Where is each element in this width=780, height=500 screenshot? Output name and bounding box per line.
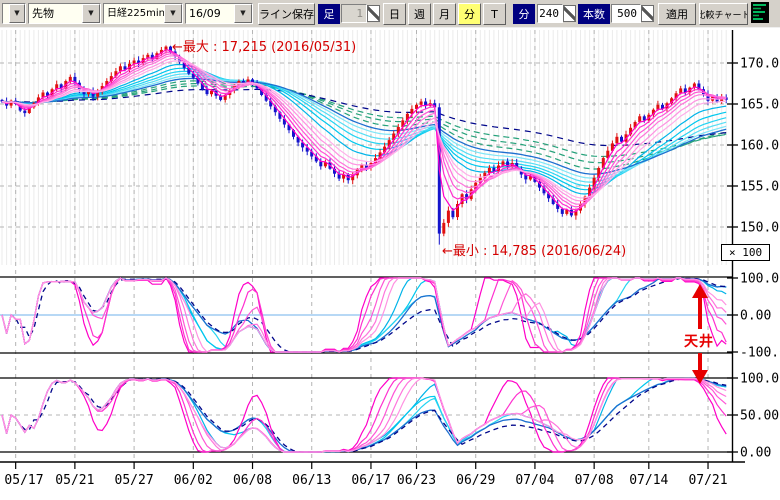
svg-text:06/17: 06/17: [351, 473, 390, 488]
ceiling-annotation: 天井: [684, 331, 714, 351]
svg-text:0.00: 0.00: [740, 446, 771, 461]
chart-area[interactable]: 170.00 165.00 160.00 155.00 150.00 100.00 0.00…: [0, 28, 780, 500]
svg-text:160.00: 160.00: [740, 139, 780, 154]
minute-value-spinner[interactable]: [563, 5, 576, 22]
save-line-button[interactable]: ライン保存: [258, 3, 315, 25]
bar-count-spinner[interactable]: [641, 5, 654, 22]
category-combobox[interactable]: 先物 ▼: [28, 3, 101, 24]
chevron-down-icon[interactable]: ▼: [9, 4, 25, 23]
svg-text:06/13: 06/13: [292, 473, 331, 488]
bar-count-input[interactable]: 500: [611, 4, 641, 23]
svg-text:06/08: 06/08: [233, 473, 272, 488]
instrument-value: 日経225mini: [104, 4, 164, 23]
svg-text:170.00: 170.00: [740, 57, 780, 72]
instrument-combobox[interactable]: 日経225mini ▼: [103, 3, 183, 24]
svg-text:05/17: 05/17: [4, 473, 43, 488]
corner-combobox[interactable]: ▼: [2, 3, 26, 24]
svg-text:05/27: 05/27: [115, 473, 154, 488]
toolbar: ▼ 先物 ▼ 日経225mini ▼ 16/09 ▼ ライン保存 足 1 日 週…: [0, 0, 780, 28]
svg-text:0.00: 0.00: [740, 309, 771, 324]
svg-text:-100.00: -100.00: [740, 346, 780, 361]
ema-pink-ribbon: [2, 50, 726, 213]
bar-interval-input[interactable]: 1: [341, 4, 367, 23]
price-chart-canvas[interactable]: 170.00 165.00 160.00 155.00 150.00 100.00 0.00…: [0, 28, 780, 500]
chevron-down-icon[interactable]: ▼: [164, 4, 182, 23]
svg-text:165.00: 165.00: [740, 98, 780, 113]
min-price-annotation: ←最小 : 14,785 (2016/06/24): [442, 240, 626, 259]
minute-value-input[interactable]: 240: [537, 4, 563, 23]
period-month-button[interactable]: 月: [433, 3, 456, 25]
bar-type-label: 足: [318, 4, 340, 24]
period-week-button[interactable]: 週: [408, 3, 431, 25]
chevron-down-icon[interactable]: ▼: [82, 4, 100, 23]
contract-month-value: 16/09: [186, 4, 234, 23]
svg-text:07/04: 07/04: [515, 473, 554, 488]
svg-text:150.00: 150.00: [740, 221, 780, 236]
svg-text:06/29: 06/29: [456, 473, 495, 488]
svg-text:100.00: 100.00: [740, 372, 780, 387]
svg-text:06/23: 06/23: [397, 473, 436, 488]
svg-text:07/14: 07/14: [629, 473, 668, 488]
apply-button[interactable]: 適用: [658, 3, 696, 25]
x-axis-labels: 05/17 05/21 05/27 06/02 06/08 06/13 06/17 06/23…: [4, 462, 727, 488]
svg-text:50.00: 50.00: [740, 409, 779, 424]
max-price-annotation: ←最大 : 17,215 (2016/05/31): [172, 36, 356, 55]
chart-list-icon[interactable]: [751, 2, 769, 23]
svg-text:155.00: 155.00: [740, 180, 780, 195]
svg-text:07/21: 07/21: [688, 473, 727, 488]
chevron-down-icon[interactable]: ▼: [234, 4, 252, 23]
axis-multiplier-badge: × 100: [721, 244, 770, 261]
bar-count-label: 本数: [578, 4, 610, 24]
compare-chart-button[interactable]: 比較チャート: [699, 3, 748, 25]
category-value: 先物: [29, 4, 82, 23]
svg-text:06/02: 06/02: [174, 473, 213, 488]
period-day-button[interactable]: 日: [383, 3, 406, 25]
contract-month-combobox[interactable]: 16/09 ▼: [185, 3, 253, 24]
svg-text:07/08: 07/08: [575, 473, 614, 488]
period-tick-button[interactable]: T: [483, 3, 506, 25]
bar-interval-spinner[interactable]: [367, 5, 380, 22]
period-minute-button[interactable]: 分: [458, 3, 481, 25]
minute-label: 分: [513, 4, 535, 24]
bar-stripes: [2, 30, 726, 265]
svg-text:05/21: 05/21: [55, 473, 94, 488]
svg-text:100.00: 100.00: [740, 272, 780, 287]
